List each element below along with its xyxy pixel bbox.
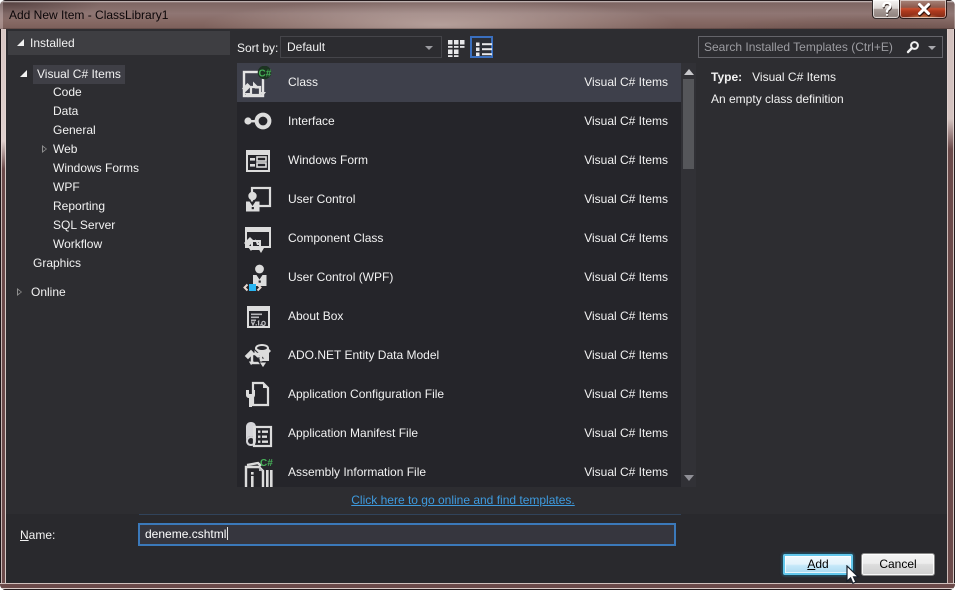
svg-text:C#: C# [260, 458, 273, 469]
svg-text:C#: C# [259, 69, 272, 80]
